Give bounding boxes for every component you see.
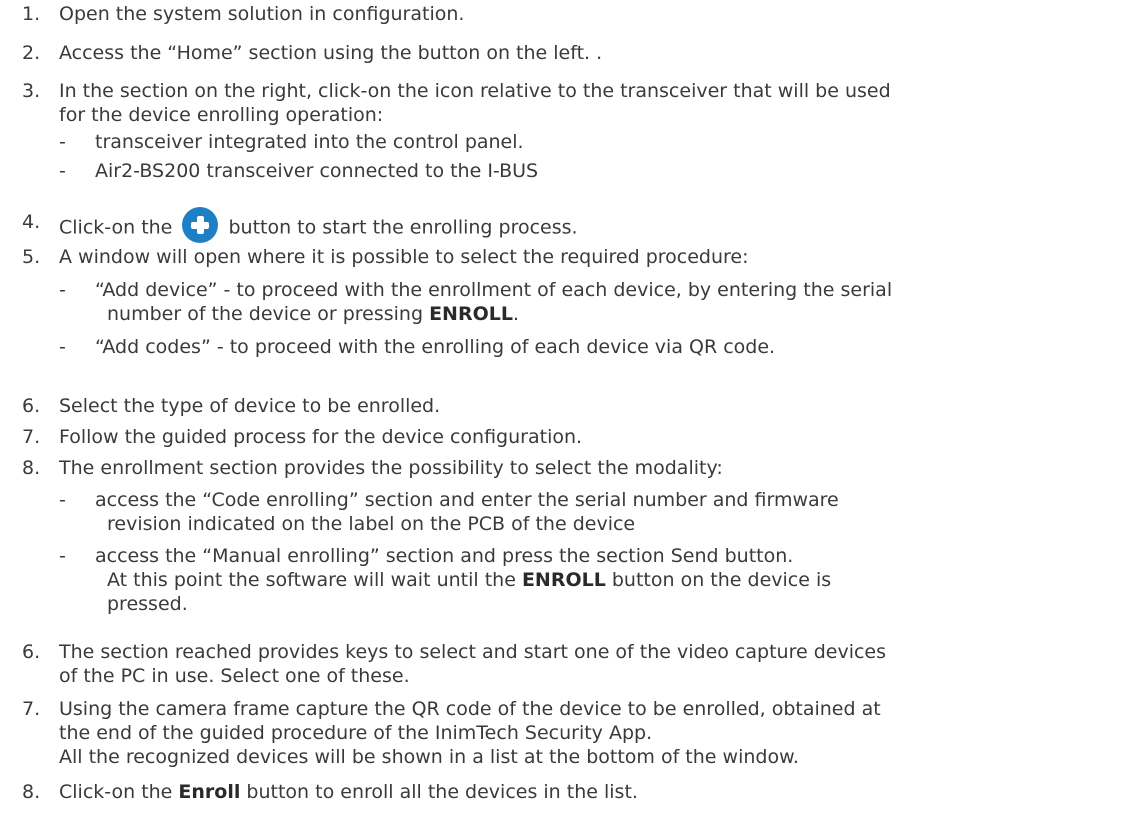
step-number: 3. xyxy=(22,80,41,102)
enroll-keyword: ENROLL xyxy=(521,569,606,591)
enroll-keyword: ENROLL xyxy=(429,303,513,325)
bullet-dash: - xyxy=(59,336,66,358)
step-number: 7. xyxy=(22,426,41,448)
step-text: Access the “Home” section using the butt… xyxy=(59,42,603,64)
enroll-keyword: Enroll xyxy=(178,781,241,803)
step-text: Using the camera frame capture the QR co… xyxy=(59,698,881,768)
bullet-dash: - xyxy=(59,279,66,301)
step-number: 6. xyxy=(22,395,41,417)
step-number: 5. xyxy=(22,246,41,268)
sub-item-text: Air2-BS200 transceiver connected to the … xyxy=(95,160,539,182)
step-text: Open the system solution in configuratio… xyxy=(59,3,465,25)
bullet-dash: - xyxy=(59,131,66,153)
sub-item-text: transceiver integrated into the control … xyxy=(95,131,524,153)
step-number: 7. xyxy=(22,698,41,720)
step-number: 8. xyxy=(22,457,41,479)
step-number: 4. xyxy=(22,211,41,233)
step-text: A window will open where it is possible … xyxy=(59,246,749,268)
plus-circle-icon xyxy=(182,207,219,243)
sub-item-text: “Add codes” - to proceed with the enroll… xyxy=(95,336,776,358)
bullet-dash: - xyxy=(59,545,66,567)
step-text: Follow the guided process for the device… xyxy=(59,426,583,448)
step-text: The section reached provides keys to sel… xyxy=(59,641,887,687)
step-number: 6. xyxy=(22,641,41,663)
bullet-dash: - xyxy=(59,489,66,511)
step-text: Click-on the Enroll button to enroll all… xyxy=(59,781,638,803)
step-text: In the section on the right, click-on th… xyxy=(59,80,891,126)
sub-item-text: “Add device” - to proceed with the enrol… xyxy=(95,279,893,325)
step-number: 2. xyxy=(22,42,41,64)
step-text: Select the type of device to be enrolled… xyxy=(59,395,441,417)
sub-item-text: access the “Code enrolling” section and … xyxy=(95,489,839,535)
step-number: 8. xyxy=(22,781,41,803)
step-text: Click-on the button to start the enrolli… xyxy=(59,207,1109,246)
sub-item-text: access the “Manual enrolling” section an… xyxy=(95,545,832,615)
step-text: The enrollment section provides the poss… xyxy=(59,457,723,479)
bullet-dash: - xyxy=(59,160,66,182)
step-number: 1. xyxy=(22,3,41,25)
